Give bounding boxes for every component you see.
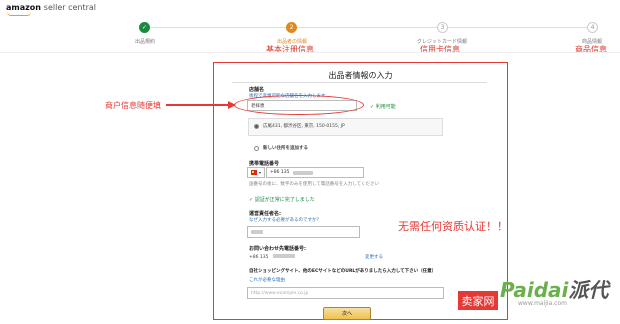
step-3-circle: 3 [437, 22, 448, 33]
store-name-highlight-ellipse [234, 95, 364, 115]
redacted-name [251, 230, 263, 234]
step-4-annotation: 商品信息 [575, 45, 607, 54]
header-divider [0, 52, 620, 53]
phone-verified-status: ✓ 認証が正常に完了しました [249, 197, 315, 203]
website-help-link[interactable]: これが必要な理由 [249, 277, 285, 283]
no-verification-annotation: 无需任何资质认证！！ [398, 220, 508, 233]
redacted-contact-digits [272, 254, 295, 258]
address-radio-selected[interactable] [254, 124, 259, 129]
china-flag-icon [251, 170, 257, 175]
phone-input[interactable]: +86 135 [266, 167, 364, 178]
responsible-help-link[interactable]: なぜ入力する必要があるのですか？ [249, 217, 321, 223]
store-name-label: 店舗名 [249, 87, 265, 93]
step-4-circle: 4 [587, 22, 598, 33]
website-input[interactable]: http://www.example.co.jp [247, 287, 444, 299]
store-name-available-status: ✓ 利用可能 [370, 104, 396, 110]
step-1-check-icon: ✓ [139, 22, 150, 33]
next-button[interactable]: 次へ [323, 307, 371, 320]
step-2-circle: 2 [286, 22, 297, 33]
annotation-arrow-line [166, 104, 232, 106]
title-divider [232, 82, 487, 83]
watermark-logo: Paidai派代 [500, 278, 609, 302]
responsible-name-input[interactable] [247, 226, 360, 238]
amazon-smile-icon [7, 12, 31, 16]
contact-phone-change-link[interactable]: 変更する [365, 254, 383, 260]
address-value: 広尾431, 都渋谷区, 東京, 150-0155, JP [263, 124, 345, 129]
phone-label: 携帯電話番号 [249, 161, 280, 167]
responsible-name-label: 運営責任者名: [249, 211, 282, 217]
country-code-select[interactable]: ▾ [247, 167, 265, 178]
phone-hint: 国番号の後に、数字のみを使用して電話番号を入力してください [249, 182, 379, 187]
merchant-info-annotation: 商户信息随便填 [105, 101, 161, 110]
add-address-radio[interactable] [254, 146, 259, 151]
redacted-digits [292, 170, 313, 175]
form-title: 出品者情報の入力 [328, 71, 393, 80]
watermark-tag: 卖家网 [458, 291, 498, 310]
watermark-url: www.maijia.com [518, 300, 567, 307]
website-label: 自社ショッピングサイト、他のECサイトなどのURLがありましたら入力して下さい（… [249, 269, 437, 274]
contact-phone-label: お問い合わせ先電話番号: [249, 246, 307, 252]
step-2-annotation: 基本注册信息 [266, 45, 314, 54]
chevron-down-icon: ▾ [258, 170, 261, 175]
progress-track [145, 27, 592, 28]
contact-phone-value: +86 135 [249, 254, 295, 260]
step-1-label: 出品規約 [134, 39, 155, 45]
amazon-seller-central-logo[interactable]: amazon seller central [6, 3, 96, 12]
step-3-annotation: 信用卡信息 [420, 45, 460, 54]
add-address-label[interactable]: 新しい住所を追加する [263, 145, 308, 151]
